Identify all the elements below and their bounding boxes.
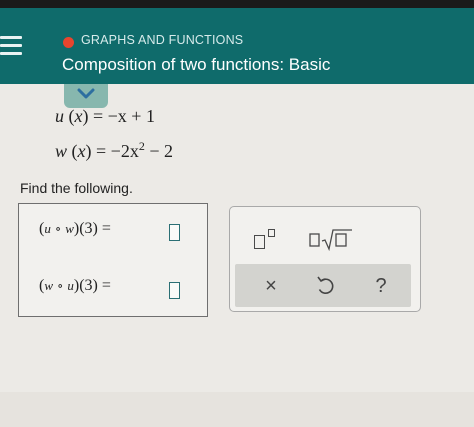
square-root-button[interactable] <box>308 227 356 253</box>
page-title: Composition of two functions: Basic <box>62 55 331 74</box>
undo-button[interactable] <box>311 272 339 300</box>
composition-u-of-w-label: (u ∘ w)(3) = <box>39 220 111 237</box>
math-keypad: × ? <box>229 206 421 312</box>
answer-input-w-of-u[interactable] <box>169 282 180 299</box>
keypad-actions-row: × ? <box>235 264 411 307</box>
question-prompt: Find the following. <box>20 180 133 196</box>
collapse-header-button[interactable] <box>64 84 108 108</box>
superscript-button[interactable] <box>254 227 284 253</box>
help-button[interactable]: ? <box>367 272 395 300</box>
clear-button[interactable]: × <box>257 272 285 300</box>
answer-panel: (u ∘ w)(3) = (w ∘ u)(3) = <box>18 203 208 317</box>
composition-w-of-u-label: (w ∘ u)(3) = <box>39 277 111 294</box>
menu-icon[interactable] <box>0 36 24 58</box>
screen-bottom-area <box>0 392 474 427</box>
topic-label: GRAPHS AND FUNCTIONS <box>81 33 244 47</box>
screen-bezel <box>0 0 474 8</box>
superscript-icon <box>254 235 265 249</box>
header-bar: GRAPHS AND FUNCTIONS Composition of two … <box>0 8 474 84</box>
undo-icon <box>317 276 334 294</box>
square-root-icon <box>309 229 352 252</box>
function-w-definition: w (x) = −2x2 − 2 <box>55 139 173 161</box>
answer-input-u-of-w[interactable] <box>169 224 180 241</box>
superscript-icon-exponent <box>268 229 275 237</box>
chevron-down-icon <box>77 88 95 99</box>
function-u-definition: u (x) = −x + 1 <box>55 106 155 126</box>
problem-panel: u (x) = −x + 1 w (x) = −2x2 − 2 Find the… <box>0 84 474 392</box>
topic-status-dot <box>63 37 74 48</box>
